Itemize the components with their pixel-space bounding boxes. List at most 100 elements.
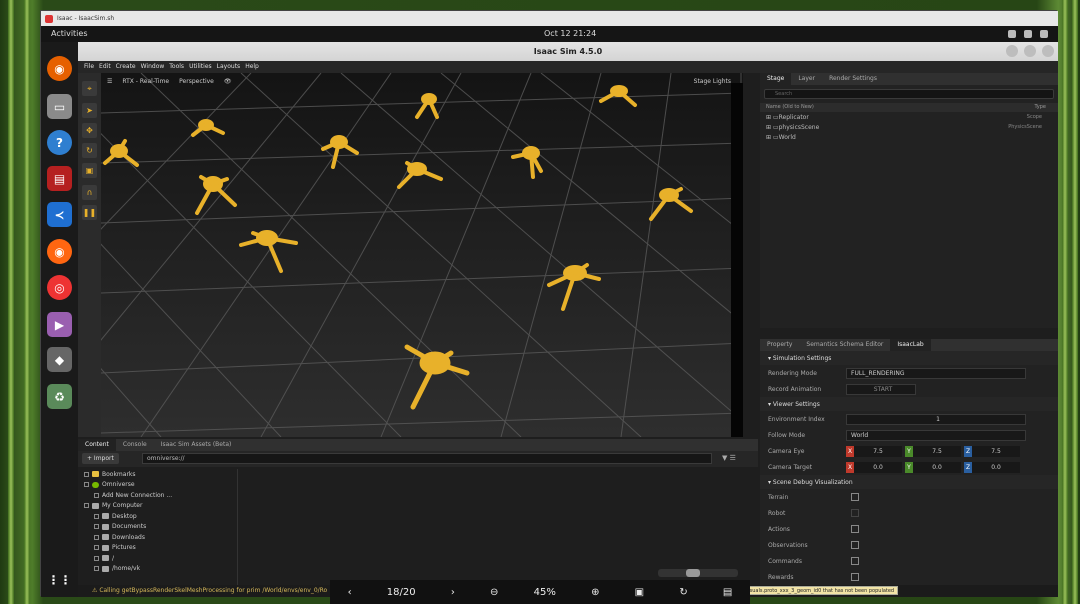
stage-row[interactable]: ⊞ ▭ physicsScene PhysicsScene	[760, 122, 1058, 132]
save-icon[interactable]: ▤	[723, 587, 732, 598]
next-icon[interactable]: ›	[451, 587, 455, 598]
menu-edit[interactable]: Edit	[99, 61, 111, 73]
cam-eye-x[interactable]: 7.5	[854, 445, 902, 457]
tree-item[interactable]: Bookmarks	[78, 469, 237, 480]
actions-checkbox[interactable]	[851, 525, 859, 533]
move-tool-icon[interactable]: ✥	[82, 123, 97, 138]
terminal-app-icon[interactable]: ▤	[47, 166, 72, 191]
record-button[interactable]: START	[846, 383, 916, 395]
terrain-checkbox[interactable]	[851, 493, 859, 501]
snap-tool-icon[interactable]: ∩	[82, 185, 97, 200]
commands-checkbox[interactable]	[851, 557, 859, 565]
volume-icon[interactable]	[1024, 30, 1032, 38]
minimize-button[interactable]	[1006, 45, 1018, 57]
section-debug-vis[interactable]: ▾ Scene Debug Visualization	[760, 475, 1058, 489]
cam-target-z[interactable]: 0.0	[972, 461, 1020, 473]
tree-item[interactable]: My Computer	[78, 501, 237, 512]
menu-window[interactable]: Window	[141, 61, 165, 73]
follow-mode-select[interactable]: World	[846, 429, 1026, 441]
cam-target-y[interactable]: 0.0	[913, 461, 961, 473]
render-mode-menu[interactable]: RTX - Real-Time	[122, 78, 169, 85]
scale-tool-icon[interactable]: ▣	[82, 163, 97, 178]
tab-layer[interactable]: Layer	[791, 73, 822, 85]
section-viewer[interactable]: ▾ Viewer Settings	[760, 397, 1058, 411]
robot-checkbox[interactable]	[851, 509, 859, 517]
import-button[interactable]: + Import	[82, 453, 119, 464]
tab-render-settings[interactable]: Render Settings	[822, 73, 884, 85]
vscode-icon[interactable]: ≺	[47, 202, 72, 227]
tab-isaaclab[interactable]: IsaacLab	[890, 339, 931, 351]
tree-item[interactable]: /home/vk	[78, 564, 237, 575]
stage-row[interactable]: ⊞ ▭ Replicator Scope	[760, 112, 1058, 122]
video-icon[interactable]: ▶	[47, 312, 72, 337]
col-type[interactable]: Type	[1035, 103, 1046, 112]
col-name[interactable]: Name (Old to New)	[766, 103, 814, 112]
section-simulation[interactable]: ▾ Simulation Settings	[760, 351, 1058, 365]
firefox-icon[interactable]: ◉	[47, 56, 72, 81]
pointer-tool-icon[interactable]: ➤	[82, 103, 97, 118]
maximize-button[interactable]	[1024, 45, 1036, 57]
observations-checkbox[interactable]	[851, 541, 859, 549]
path-input[interactable]: omniverse://	[142, 453, 712, 464]
rewards-checkbox[interactable]	[851, 573, 859, 581]
menu-layouts[interactable]: Layouts	[217, 61, 241, 73]
cam-eye-y[interactable]: 7.5	[913, 445, 961, 457]
menu-create[interactable]: Create	[116, 61, 136, 73]
tree-item[interactable]: Downloads	[78, 532, 237, 543]
scrollbar-thumb[interactable]	[686, 569, 700, 577]
network-icon[interactable]	[1008, 30, 1016, 38]
pause-tool-icon[interactable]: ❚❚	[82, 205, 97, 220]
horizontal-scrollbar[interactable]	[658, 569, 738, 577]
tab-console[interactable]: Console	[116, 439, 154, 451]
zoom-out-icon[interactable]: ⊖	[490, 587, 498, 598]
trash-icon[interactable]: ♻	[47, 384, 72, 409]
tab-semantics[interactable]: Semantics Schema Editor	[799, 339, 890, 351]
tab-isaac-assets[interactable]: Isaac Sim Assets (Beta)	[154, 439, 239, 451]
zoom-in-icon[interactable]: ⊕	[591, 587, 599, 598]
viewport[interactable]: ☰ RTX - Real-Time Perspective 👁 Stage Li…	[101, 73, 743, 437]
rendering-mode-select[interactable]: FULL_RENDERING	[846, 367, 1026, 379]
firefox-nightly-icon[interactable]: ◉	[47, 239, 72, 264]
files-icon[interactable]: ▭	[47, 94, 72, 119]
activities-button[interactable]: Activities	[51, 29, 88, 38]
isaac-sim-icon[interactable]: ◆	[47, 347, 72, 372]
menu-utilities[interactable]: Utilities	[189, 61, 212, 73]
clock[interactable]: Oct 12 21:24	[544, 29, 596, 38]
stage-search-input[interactable]: Search	[764, 89, 1054, 99]
rotate-icon[interactable]: ↻	[679, 587, 687, 598]
warning-icon: ⚠	[92, 587, 98, 594]
menu-file[interactable]: File	[84, 61, 94, 73]
help-icon[interactable]: ?	[47, 130, 72, 155]
stage-row[interactable]: ⊞ ▭ World	[760, 132, 1058, 142]
menu-tools[interactable]: Tools	[169, 61, 184, 73]
fit-icon[interactable]: ▣	[635, 587, 644, 598]
prev-icon[interactable]: ‹	[348, 587, 352, 598]
cam-target-x[interactable]: 0.0	[854, 461, 902, 473]
close-button[interactable]	[1042, 45, 1054, 57]
visibility-icon[interactable]: 👁	[224, 78, 232, 85]
tree-item[interactable]: Omniverse	[78, 480, 237, 491]
stage-lights-menu[interactable]: Stage Lights	[694, 78, 731, 85]
tree-item[interactable]: /	[78, 553, 237, 564]
viewport-header: ☰ RTX - Real-Time Perspective 👁 Stage Li…	[101, 73, 743, 89]
property-panel: Property Semantics Schema Editor IsaacLa…	[760, 339, 1058, 597]
tab-property[interactable]: Property	[760, 339, 799, 351]
settings-icon[interactable]: ☰	[107, 78, 112, 85]
rotate-tool-icon[interactable]: ↻	[82, 143, 97, 158]
app-grid-icon[interactable]: ⋮⋮	[47, 567, 72, 592]
tree-item[interactable]: Pictures	[78, 543, 237, 554]
tree-item[interactable]: Desktop	[78, 511, 237, 522]
chrome-icon[interactable]: ◎	[47, 275, 72, 300]
scene-canvas	[101, 73, 743, 437]
filter-icon[interactable]: ▼ ☰	[722, 454, 736, 462]
env-index-input[interactable]: 1	[846, 413, 1026, 425]
tab-stage[interactable]: Stage	[760, 73, 792, 85]
menu-help[interactable]: Help	[245, 61, 259, 73]
tab-content[interactable]: Content	[78, 439, 116, 451]
camera-menu[interactable]: Perspective	[179, 78, 214, 85]
select-tool-icon[interactable]: ⌖	[82, 81, 97, 96]
power-icon[interactable]	[1040, 30, 1048, 38]
cam-eye-z[interactable]: 7.5	[972, 445, 1020, 457]
tree-item[interactable]: Add New Connection ...	[78, 490, 237, 501]
tree-item[interactable]: Documents	[78, 522, 237, 533]
